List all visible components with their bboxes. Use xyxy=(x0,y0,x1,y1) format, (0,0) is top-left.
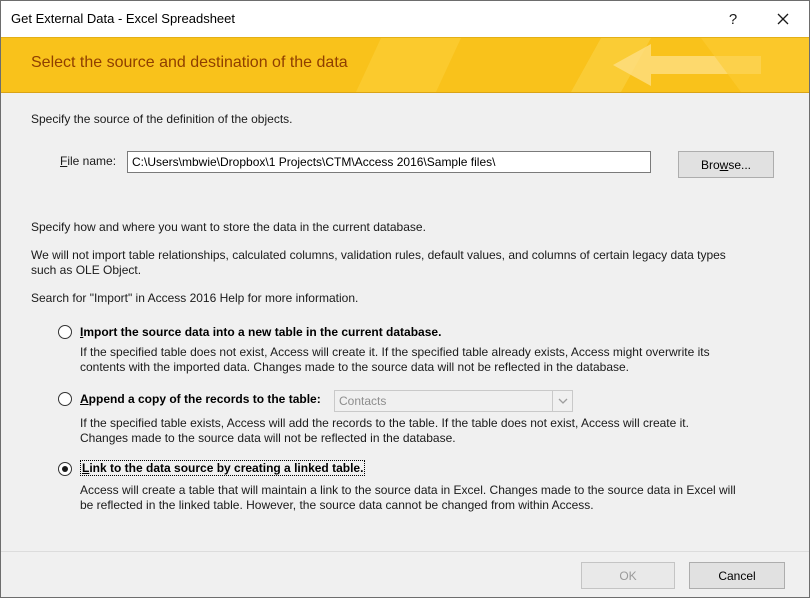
file-name-input[interactable]: C:\Users\mbwie\Dropbox\1 Projects\CTM\Ac… xyxy=(127,151,651,173)
append-description: If the specified table exists, Access wi… xyxy=(80,416,800,446)
import-label-text: mport the source data into a new table i… xyxy=(83,325,442,339)
link-label-focus: Link to the data source by creating a li… xyxy=(80,460,366,476)
file-name-label-text: ile name: xyxy=(67,154,117,168)
banner-heading: Select the source and destination of the… xyxy=(31,54,348,71)
help-icon: ? xyxy=(728,10,738,28)
import-desc-line-2: contents with the imported data. Changes… xyxy=(80,360,630,374)
ok-button[interactable]: OK xyxy=(581,562,675,589)
header-banner: Select the source and destination of the… xyxy=(1,37,809,93)
append-table-dropdown[interactable]: Contacts xyxy=(334,390,573,412)
append-option-label[interactable]: Append a copy of the records to the tabl… xyxy=(80,392,321,406)
close-button[interactable] xyxy=(763,3,803,35)
help-button[interactable]: ? xyxy=(713,3,753,35)
close-icon xyxy=(777,13,789,25)
browse-label-pre: Bro xyxy=(700,157,720,172)
browse-label-post: se... xyxy=(728,157,752,172)
link-desc-line-1: Access will create a table that will mai… xyxy=(80,483,736,497)
link-option-label[interactable]: Link to the data source by creating a li… xyxy=(80,460,366,476)
import-desc-line-1: If the specified table does not exist, A… xyxy=(80,345,710,359)
dropdown-arrow-button[interactable] xyxy=(552,391,572,411)
dialog-window: Get External Data - Excel Spreadsheet ? … xyxy=(0,0,810,598)
file-name-label: File name: xyxy=(60,154,116,168)
link-label-text: ink to the data source by creating a lin… xyxy=(89,461,364,475)
radio-selected-dot xyxy=(62,466,68,472)
append-desc-line-2: Changes made to the source data will not… xyxy=(80,431,456,445)
import-radio[interactable] xyxy=(58,325,72,339)
link-radio[interactable] xyxy=(58,462,72,476)
link-description: Access will create a table that will mai… xyxy=(80,483,800,513)
browse-button[interactable]: Bro w se... xyxy=(678,151,774,178)
dialog-footer: OK Cancel xyxy=(1,551,809,597)
import-option-label[interactable]: Import the source data into a new table … xyxy=(80,325,441,339)
append-accesskey: A xyxy=(80,392,89,406)
legacy-types-note: We will not import table relationships, … xyxy=(31,248,791,278)
append-label-text: ppend a copy of the records to the table… xyxy=(88,392,321,406)
append-table-value: Contacts xyxy=(339,394,387,408)
storage-instruction: Specify how and where you want to store … xyxy=(31,220,426,234)
help-hint: Search for "Import" in Access 2016 Help … xyxy=(31,291,359,305)
append-radio[interactable] xyxy=(58,392,72,406)
link-desc-line-2: be reflected in the linked table. Howeve… xyxy=(80,498,594,512)
title-bar: Get External Data - Excel Spreadsheet ? xyxy=(1,1,809,37)
cancel-button[interactable]: Cancel xyxy=(689,562,785,589)
append-desc-line-1: If the specified table exists, Access wi… xyxy=(80,416,689,430)
source-instruction: Specify the source of the definition of … xyxy=(31,112,293,126)
chevron-down-icon xyxy=(558,398,567,404)
browse-accesskey: w xyxy=(719,157,729,172)
import-description: If the specified table does not exist, A… xyxy=(80,345,800,375)
window-title: Get External Data - Excel Spreadsheet xyxy=(11,11,236,26)
legacy-note-line-1: We will not import table relationships, … xyxy=(31,248,726,262)
legacy-note-line-2: such as OLE Object. xyxy=(31,263,142,277)
